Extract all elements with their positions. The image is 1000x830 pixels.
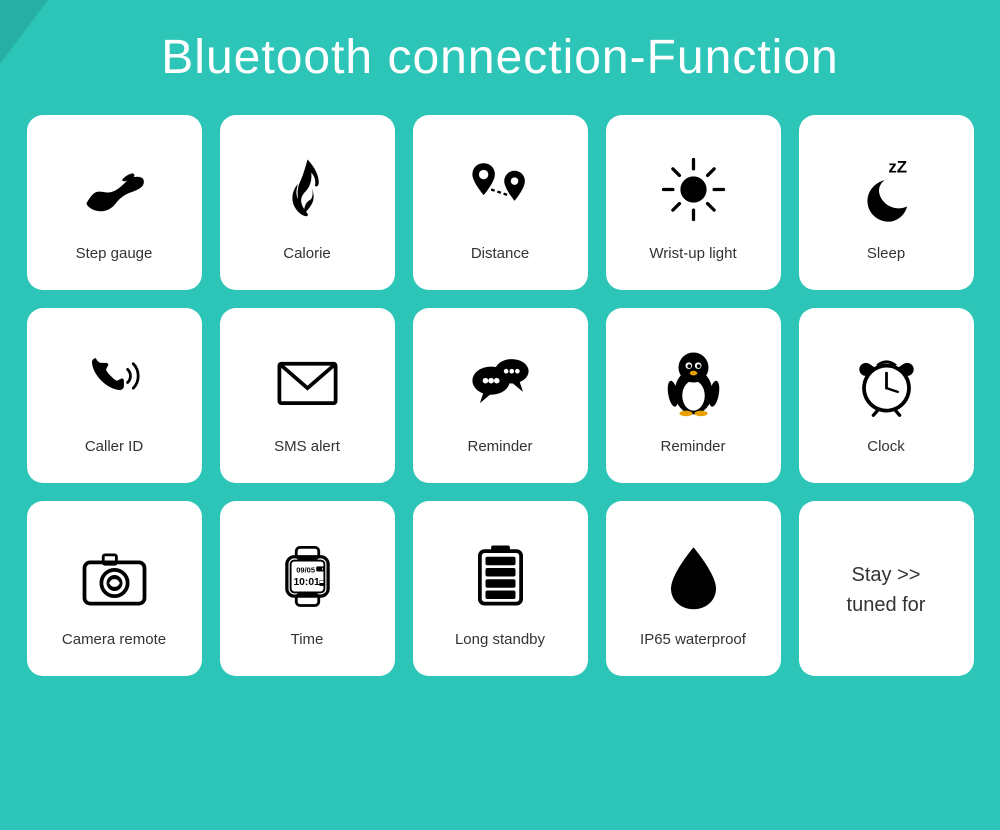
feature-card-calorie: Calorie [220,115,395,290]
svg-text:zZ: zZ [888,157,907,176]
phone-icon [77,337,152,427]
svg-text:09/05: 09/05 [296,565,315,574]
sms-alert-label: SMS alert [274,437,340,457]
feature-card-stay-tuned: Stay >>tuned for [799,501,974,676]
camera-remote-label: Camera remote [62,630,166,650]
distance-label: Distance [471,244,529,264]
battery-icon [463,530,538,620]
feature-card-distance: Distance [413,115,588,290]
feature-card-reminder-qq: Reminder [606,308,781,483]
svg-text:10:01: 10:01 [293,577,320,588]
watch-display-icon: 09/05 10:01 ⬓ [270,530,345,620]
sleep-label: Sleep [867,244,905,264]
feature-card-sleep: zZ Sleep [799,115,974,290]
step-gauge-label: Step gauge [76,244,153,264]
penguin-icon [656,337,731,427]
feature-card-caller-id: Caller ID [27,308,202,483]
water-drop-icon [656,530,731,620]
wrist-up-light-label: Wrist-up light [649,244,736,264]
clock-label: Clock [867,437,905,457]
flame-icon [270,144,345,234]
feature-card-sms-alert: SMS alert [220,308,395,483]
sun-icon [656,144,731,234]
feature-card-wrist-up-light: Wrist-up light [606,115,781,290]
time-label: Time [291,630,324,650]
feature-card-camera-remote: Camera remote [27,501,202,676]
feature-card-time: 09/05 10:01 ⬓ Time [220,501,395,676]
stay-tuned-label: Stay >>tuned for [847,560,926,620]
svg-text:⬓: ⬓ [318,578,325,587]
reminder-wechat-label: Reminder [467,437,532,457]
long-standby-label: Long standby [455,630,545,650]
calorie-label: Calorie [283,244,331,264]
map-pins-icon [463,144,538,234]
alarm-clock-icon [849,337,924,427]
caller-id-label: Caller ID [85,437,143,457]
feature-card-step-gauge: Step gauge [27,115,202,290]
chat-bubbles-icon [463,337,538,427]
feature-card-reminder-wechat: Reminder [413,308,588,483]
reminder-qq-label: Reminder [660,437,725,457]
shoe-icon [77,144,152,234]
feature-card-clock: Clock [799,308,974,483]
feature-card-ip65-waterproof: IP65 waterproof [606,501,781,676]
feature-card-long-standby: Long standby [413,501,588,676]
camera-icon [77,530,152,620]
page-title: Bluetooth connection-Function [0,0,1000,105]
envelope-icon [270,337,345,427]
features-grid: Step gauge Calorie Distance [0,105,1000,686]
moon-zz-icon: zZ [849,144,924,234]
ip65-waterproof-label: IP65 waterproof [640,630,746,650]
